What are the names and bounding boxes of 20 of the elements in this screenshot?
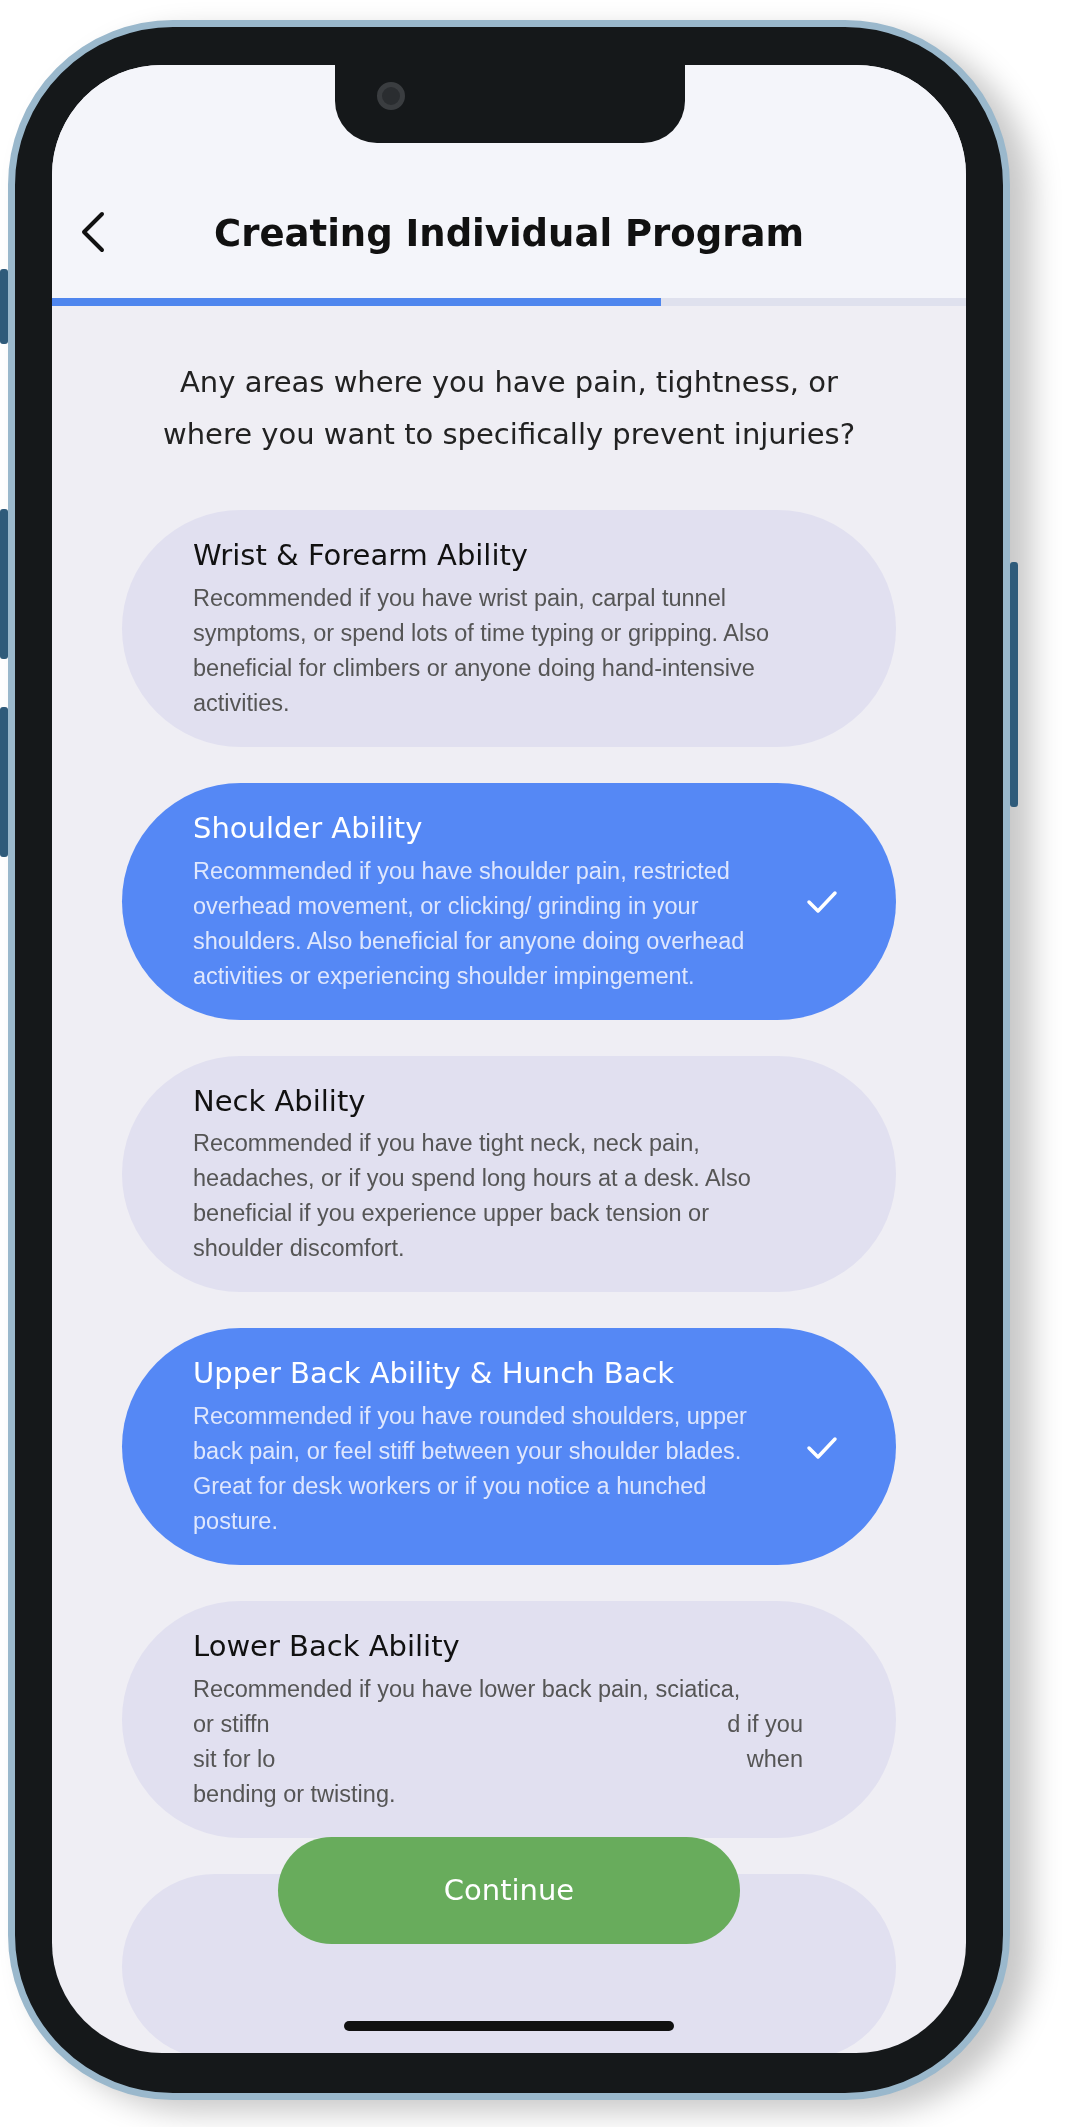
option-title: Lower Back Ability	[193, 1629, 461, 1664]
description-fragment: sit for lo	[193, 1745, 276, 1774]
screen-title: Creating Individual Program	[213, 211, 805, 256]
question-text: Any areas where you have pain, tightness, or where you want to specifically prevent injuries?	[161, 364, 857, 453]
option-description: Recommended if you have wrist pain, carpal tunnel symptoms, or spend lots of time typing or gripping. Also beneficial for climbers or anyone doing hand-intensive activities.	[193, 583, 770, 718]
description-fragment: bending or twisting.	[193, 1780, 396, 1809]
option-description: Recommended if you have tight neck, neck pain, headaches, or if you spend long hours at a desk. Also beneficial if you experience upper back tension or shoulder discomfort.	[193, 1129, 752, 1264]
description-fragment: when	[746, 1745, 803, 1774]
option-card[interactable]: Neck Ability Recommended if you have tight neck, neck pain, headaches, or if you spend long hours at a desk. Also beneficial if you experience upper back tension or shoulder discomfort.	[122, 1055, 896, 1293]
option-title: Wrist & Forearm Ability	[193, 538, 529, 573]
option-title: Shoulder Ability	[193, 810, 424, 846]
description-fragment: d if you	[727, 1710, 803, 1739]
description-fragment: Recommended if you have lower back pain, sciatica,	[193, 1675, 741, 1704]
option-title: Neck Ability	[193, 1083, 367, 1119]
option-title: Upper Back Ability & Hunch Back	[193, 1356, 676, 1392]
option-card[interactable]: Lower Back Ability Recommended if you have lower back pain, sciatica, or stiffn d if you sit for lo when bending or twisting.	[122, 1601, 896, 1838]
description-fragment: or stiffn	[193, 1710, 270, 1739]
option-card[interactable]: Wrist & Forearm Ability Recommended if you have wrist pain, carpal tunnel symptoms, or spend lots of time typing or gripping. Also beneficial for climbers or anyone doing hand-intensive activities.	[122, 510, 896, 747]
option-description: Recommended if you have rounded shoulders, upper back pain, or feel stiff between your shoulder blades. Great for desk workers or if you notice a hunched posture.	[193, 1402, 748, 1537]
option-description: Recommended if you have shoulder pain, restricted overhead movement, or clicking/ grinding in your shoulders. Also beneficial for anyone doing overhead activities or experiencing shoulder impingement.	[193, 856, 746, 991]
